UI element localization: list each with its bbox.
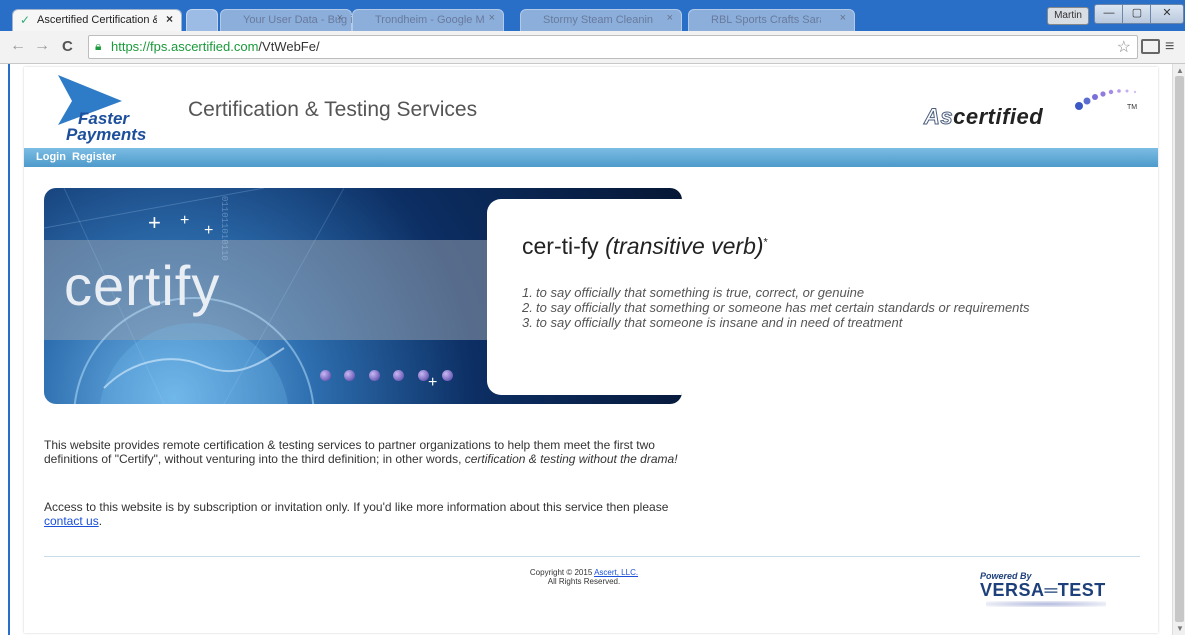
part-of-speech: (transitive verb) [605, 233, 764, 259]
scroll-up-icon[interactable]: ▲ [1176, 66, 1184, 75]
versatest-logo[interactable]: Powered By VERSA═TEST [980, 571, 1120, 611]
close-window-button[interactable]: ✕ [1150, 4, 1184, 24]
sparkle-icon: + [148, 210, 161, 235]
tab-title: RBL Sports Crafts Sarasota [711, 14, 821, 26]
site-container: Faster Payments Certification & Testing … [24, 67, 1158, 633]
tab-title: Ascertified Certification & [37, 14, 157, 26]
bead-icon [393, 370, 404, 381]
bead-icon [418, 370, 429, 381]
rights-text: All Rights Reserved. [547, 577, 621, 586]
intro-paragraph: This website provides remote certificati… [44, 438, 684, 466]
item-text: to say officially that something or some… [536, 300, 1030, 315]
forward-arrow-icon[interactable]: → [34, 37, 50, 55]
list-item: 2. to say officially that something or so… [522, 300, 1030, 315]
intro-emphasis: certification & testing without the dram… [464, 452, 678, 466]
vertical-scrollbar[interactable]: ▲ ▼ [1172, 64, 1185, 635]
tab-background[interactable]: Your User Data - Bug info × [220, 9, 353, 32]
bead-icon [320, 370, 331, 381]
address-bar[interactable]: 🔒︎ https://fps.ascertified.com/VtWebFe/ … [88, 35, 1138, 59]
access-text: Access to this website is by subscriptio… [44, 500, 669, 514]
binary-digits: 011011010110 [219, 196, 229, 261]
ascert-link[interactable]: Ascert, LLC. [594, 568, 638, 577]
site-nav-bar: Login Register [24, 148, 1158, 167]
star-icon[interactable]: ☆ [1117, 37, 1131, 57]
sparkle-icon: + [180, 212, 190, 229]
url-host: https://fps.ascertified.com [111, 39, 259, 54]
page-viewport: Faster Payments Certification & Testing … [0, 64, 1185, 635]
bead-icon [369, 370, 380, 381]
tab-background[interactable]: Stormy Steam Cleaning × [520, 9, 682, 32]
new-tab-button[interactable] [186, 9, 218, 32]
copyright-text: Copyright © 2015 [529, 568, 595, 577]
item-text: to say officially that something is true… [536, 285, 865, 300]
logo-shadow [986, 601, 1106, 607]
url-path: /VtWebFe/ [258, 39, 320, 54]
tab-background[interactable]: Trondheim - Google Maps × [352, 9, 504, 32]
tab-background[interactable]: RBL Sports Crafts Sarasota × [688, 9, 855, 32]
access-paragraph: Access to this website is by subscriptio… [44, 500, 684, 528]
versatest-wordmark: VERSA═TEST [980, 580, 1106, 600]
reload-icon[interactable]: C [62, 38, 73, 55]
footer-divider [44, 556, 1140, 557]
logo-suffix: certified [953, 104, 1044, 129]
checkmark-favicon-icon: ✓ [20, 13, 31, 27]
close-tab-icon[interactable]: × [489, 12, 495, 24]
maximize-button[interactable]: ▢ [1122, 4, 1152, 24]
browser-toolbar: ← → C 🔒︎ https://fps.ascertified.com/VtW… [0, 31, 1185, 64]
close-tab-icon[interactable]: × [337, 12, 343, 24]
sparkle-icon: + [204, 222, 214, 239]
footnote-mark: * [763, 236, 768, 249]
trademark-mark: TM [1127, 104, 1138, 111]
url-text: https://fps.ascertified.com/VtWebFe/ [111, 39, 320, 54]
ascertified-logo[interactable]: Ascertified TM [923, 82, 1149, 132]
tab-active[interactable]: ✓ Ascertified Certification & × [12, 9, 182, 32]
definition-word: cer-ti-fy [522, 233, 599, 259]
close-tab-icon[interactable]: × [667, 12, 673, 24]
contact-us-link[interactable]: contact us [44, 514, 99, 528]
menu-icon[interactable]: ≡ [1165, 38, 1174, 56]
list-item: 3. to say officially that someone is insa… [522, 315, 1030, 330]
close-tab-icon[interactable]: × [840, 12, 846, 24]
lock-icon: 🔒︎ [95, 39, 102, 53]
user-profile-button[interactable]: Martin [1047, 7, 1089, 25]
scroll-down-icon[interactable]: ▼ [1176, 624, 1184, 633]
copyright-notice: Copyright © 2015 Ascert, LLC. All Rights… [504, 568, 664, 586]
page-title: Certification & Testing Services [188, 98, 478, 121]
definition-list: 1. to say officially that something is tr… [522, 285, 1030, 330]
item-text: to say officially that someone is insane… [536, 315, 903, 330]
close-tab-icon[interactable]: × [166, 12, 173, 26]
cast-icon[interactable] [1141, 39, 1160, 54]
item-number: 1. [522, 285, 533, 300]
item-number: 2. [522, 300, 533, 315]
access-end: . [98, 514, 103, 528]
list-item: 1. to say officially that something is tr… [522, 285, 1030, 300]
tab-title: Stormy Steam Cleaning [543, 14, 653, 26]
definition-heading: cer-ti-fy (transitive verb)* [522, 233, 768, 260]
bead-icon [344, 370, 355, 381]
item-number: 3. [522, 315, 533, 330]
faster-payments-logo[interactable]: Faster Payments [44, 75, 154, 145]
logo-text-payments: Payments [66, 125, 147, 144]
scrollbar-thumb[interactable] [1175, 76, 1184, 622]
tab-title: Trondheim - Google Maps [375, 14, 485, 26]
banner-word: certify [64, 254, 221, 317]
bead-icon [442, 370, 453, 381]
minimize-button[interactable]: — [1094, 4, 1124, 24]
login-link[interactable]: Login [36, 151, 66, 163]
sparkle-icon: + [428, 374, 438, 391]
browser-tab-bar: ✓ Ascertified Certification & × Your Use… [0, 0, 1185, 32]
back-arrow-icon[interactable]: ← [10, 37, 26, 55]
logo-wordmark: Ascertified [923, 104, 1044, 130]
logo-prefix: As [923, 104, 954, 130]
register-link[interactable]: Register [72, 151, 116, 163]
